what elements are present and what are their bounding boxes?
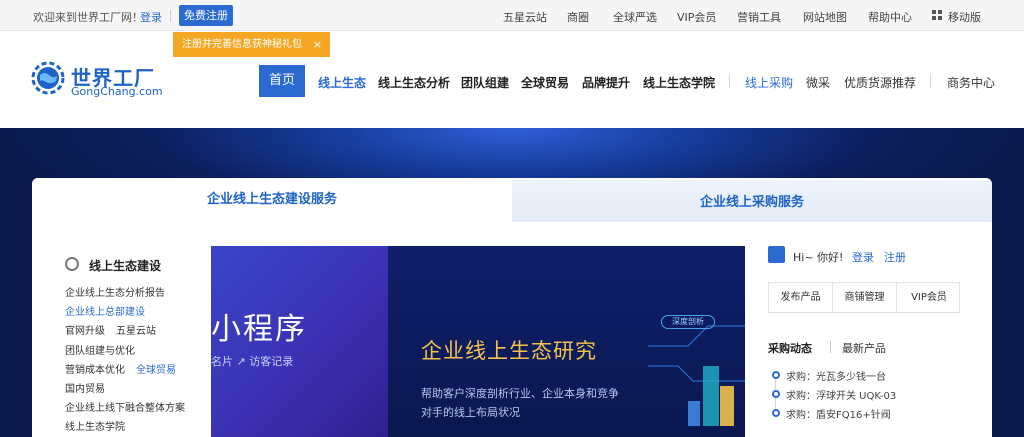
tab-eco-building[interactable]: 企业线上生态建设服务 xyxy=(32,178,512,222)
side-link-eco-report[interactable]: 企业线上生态分析报告 xyxy=(65,284,165,299)
divider xyxy=(170,10,171,22)
service-panel: 企业线上生态建设服务 企业线上采购服务 线上生态建设 企业线上生态分析报告 企业… xyxy=(32,178,992,437)
grid-icon[interactable] xyxy=(932,10,943,21)
timeline-dot-icon xyxy=(772,409,780,417)
slide-right-panel: 深度剖析 企业线上生态研究 帮助客户深度剖析行业、企业本身和竞争 对手的线上布局… xyxy=(388,246,745,437)
top-link-mobile[interactable]: 移动版 xyxy=(948,9,981,25)
globe-gear-icon xyxy=(31,61,65,95)
feed-item[interactable]: 求购：浮球开关 UQK-03 xyxy=(786,387,896,402)
feed-item[interactable]: 求购：光瓦多少钱一台 xyxy=(786,368,886,383)
side-menu-title: 线上生态建设 xyxy=(89,259,162,273)
slide-mini-sub: 名片 ↗ 访客记录 xyxy=(211,355,294,368)
slide-desc-line2: 对手的线上布局状况 xyxy=(421,406,520,419)
slide-mini-title: 小程序 xyxy=(211,312,307,347)
top-login-link[interactable]: 登录 xyxy=(140,9,162,25)
side-link-site-upgrade[interactable]: 官网升级 xyxy=(65,322,105,337)
feed-item[interactable]: 求购：盾安FQ16+针阀 xyxy=(786,406,891,421)
user-icon xyxy=(768,246,785,263)
slide-tag: 深度剖析 xyxy=(661,315,715,329)
nav-item-micro-purchase[interactable]: 微采 xyxy=(806,74,830,91)
close-icon[interactable]: × xyxy=(313,32,322,57)
welcome-text: 欢迎来到世界工厂网！ xyxy=(33,11,143,24)
top-link-help[interactable]: 帮助中心 xyxy=(868,9,912,25)
publish-product-button[interactable]: 发布产品 xyxy=(769,283,833,312)
vip-member-button[interactable]: VIP会员 xyxy=(897,283,961,312)
nav-item-eco-academy[interactable]: 线上生态学院 xyxy=(643,74,715,91)
divider xyxy=(729,75,730,88)
timeline-dot-icon xyxy=(772,390,780,398)
eco-icon xyxy=(65,257,79,271)
side-link-global-trade[interactable]: 全球贸易 xyxy=(136,361,176,376)
top-bar: 欢迎来到世界工厂网！ 登录 免费注册 五星云站 商圈 全球严选 VIP会员 营销… xyxy=(0,0,1024,31)
nav-item-brand[interactable]: 品牌提升 xyxy=(582,74,630,91)
tab-latest-products[interactable]: 最新产品 xyxy=(842,340,886,356)
tab-purchase-feed[interactable]: 采购动态 xyxy=(768,340,812,356)
top-link-global-select[interactable]: 全球严选 xyxy=(613,9,657,25)
nav-item-global-trade[interactable]: 全球贸易 xyxy=(521,74,569,91)
divider xyxy=(930,75,931,88)
nav-item-quality-source[interactable]: 优质货源推荐 xyxy=(844,74,916,91)
tooltip-text: 注册并完善信息获神秘礼包 xyxy=(182,39,302,50)
carousel-slide[interactable]: 小程序 名片 ↗ 访客记录 深度剖析 企业线上生态研究 帮助客户深度剖析行业、企… xyxy=(211,246,745,437)
nav-home[interactable]: 首页 xyxy=(259,65,305,97)
nav-item-eco-analysis[interactable]: 线上生态分析 xyxy=(378,74,450,91)
free-register-button[interactable]: 免费注册 xyxy=(179,5,233,26)
top-link-five-star[interactable]: 五星云站 xyxy=(503,9,547,25)
divider xyxy=(830,341,831,353)
side-link-academy[interactable]: 线上生态学院 xyxy=(65,418,125,433)
top-link-vip[interactable]: VIP会员 xyxy=(677,9,716,25)
side-link-o2o-plan[interactable]: 企业线上线下融合整体方案 xyxy=(65,399,185,414)
logo-english-text: GongChang.com xyxy=(71,85,163,98)
side-link-five-star[interactable]: 五星云站 xyxy=(116,322,156,337)
nav-item-business-center[interactable]: 商务中心 xyxy=(947,74,995,91)
user-login-link[interactable]: 登录 xyxy=(852,249,874,265)
side-link-team[interactable]: 团队组建与优化 xyxy=(65,342,135,357)
timeline-dot-icon xyxy=(772,371,780,379)
top-link-sitemap[interactable]: 网站地图 xyxy=(803,9,847,25)
top-link-shangquan[interactable]: 商圈 xyxy=(567,9,589,25)
side-link-domestic[interactable]: 国内贸易 xyxy=(65,380,105,395)
nav-item-team[interactable]: 团队组建 xyxy=(461,74,509,91)
register-tooltip: 注册并完善信息获神秘礼包 × xyxy=(173,32,330,57)
site-logo[interactable]: 世界工厂 GongChang.com xyxy=(31,60,171,100)
side-link-hq-building[interactable]: 企业线上总部建设 xyxy=(65,303,145,318)
tab-online-purchase[interactable]: 企业线上采购服务 xyxy=(512,180,992,222)
shop-manage-button[interactable]: 商铺管理 xyxy=(833,283,897,312)
slide-left-panel: 小程序 名片 ↗ 访客记录 xyxy=(211,246,388,437)
slide-title: 企业线上生态研究 xyxy=(421,339,597,363)
nav-item-online-purchase[interactable]: 线上采购 xyxy=(745,74,793,91)
user-register-link[interactable]: 注册 xyxy=(884,249,906,265)
side-link-cost[interactable]: 营销成本优化 xyxy=(65,361,125,376)
top-link-marketing-tools[interactable]: 营销工具 xyxy=(737,9,781,25)
slide-desc-line1: 帮助客户深度剖析行业、企业本身和竞争 xyxy=(421,387,619,400)
nav-item-online-eco[interactable]: 线上生态 xyxy=(318,74,366,91)
greeting-text: Hi~ 你好! xyxy=(793,251,844,264)
user-action-buttons: 发布产品 商铺管理 VIP会员 xyxy=(768,282,960,313)
